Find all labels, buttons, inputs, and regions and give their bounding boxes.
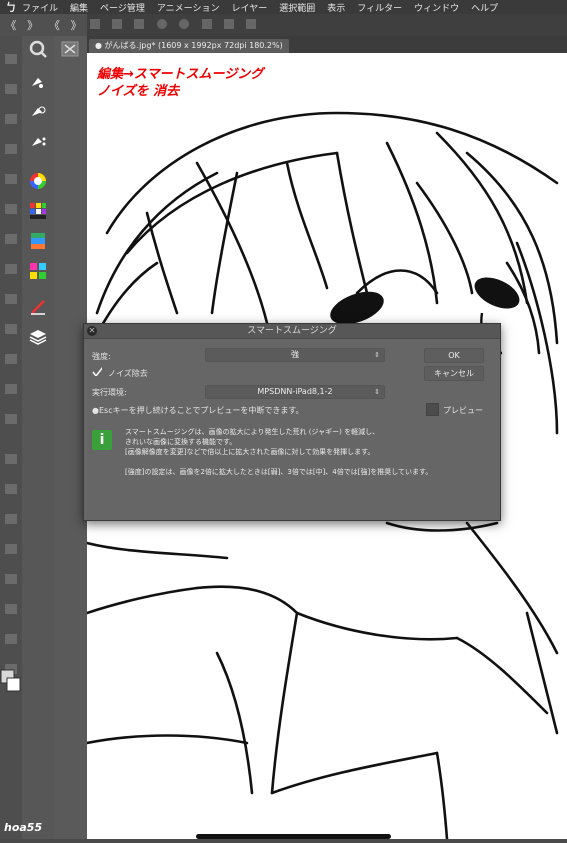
home-indicator[interactable] <box>196 834 391 839</box>
updown-arrow-icon: ⇕ <box>374 351 380 359</box>
text-tool-icon[interactable] <box>5 574 17 584</box>
preview-checkbox[interactable] <box>426 403 439 416</box>
expand-right-icon[interactable]: 》 <box>27 17 38 33</box>
fill-icon[interactable] <box>224 19 234 29</box>
menu-animation[interactable]: アニメーション <box>157 1 220 14</box>
approximate-color-icon[interactable] <box>29 262 47 280</box>
expand-right-icon-2[interactable]: 》 <box>71 17 82 33</box>
cancel-button[interactable]: キャンセル <box>424 366 484 381</box>
message-line-1: スマートスムージングは、画像の拡大により発生した荒れ (ジャギー) を軽減し、 <box>125 428 380 436</box>
menu-bar: ㄅ ファイル 編集 ページ管理 アニメーション レイヤー 選択範囲 表示 フィル… <box>0 0 567 14</box>
fill-tool-icon[interactable] <box>5 484 17 494</box>
dialog-titlebar: ✕ スマートスムージング <box>84 324 500 339</box>
dialog-title: スマートスムージング <box>247 326 337 336</box>
menu-view[interactable]: 表示 <box>327 1 345 14</box>
environment-label: 実行環境: <box>92 388 127 397</box>
menu-filter[interactable]: フィルター <box>357 1 402 14</box>
message-line-3: [画像解像度を変更]などで倍以上に拡大された画像に対して効果を発揮します。 <box>125 448 375 456</box>
environment-select[interactable]: MPSDNN-iPad8,1-2 ⇕ <box>205 385 385 399</box>
layer-icon[interactable] <box>29 328 47 346</box>
updown-arrow-icon-2: ⇕ <box>374 388 380 396</box>
collapse-left-icon[interactable]: 《 <box>5 17 16 33</box>
menu-file[interactable]: ファイル <box>22 1 58 14</box>
pen-tool-icon[interactable] <box>5 264 17 274</box>
brush-size-icon[interactable] <box>29 134 47 152</box>
watermark: hoa55 <box>4 821 43 834</box>
select-tool-icon[interactable] <box>5 144 17 154</box>
document-tab-bar: ● がんばる.jpg* (1609 x 1992px 72dpi 180.2%) <box>87 36 567 53</box>
strength-select[interactable]: 強 ⇕ <box>205 348 385 362</box>
eyedropper-tool-icon[interactable] <box>5 234 17 244</box>
color-history-icon[interactable] <box>29 298 47 316</box>
panel-dock-close-icon[interactable] <box>54 36 87 76</box>
tool-icons <box>0 54 21 692</box>
annotation-line-2: ノイズを 消去 <box>97 84 180 99</box>
app-logo-icon[interactable]: ㄅ <box>0 0 22 15</box>
info-icon: i <box>92 430 112 450</box>
zoom-icon[interactable] <box>29 40 47 58</box>
open-icon[interactable] <box>112 19 122 29</box>
redo-icon[interactable] <box>179 19 189 29</box>
menu-help[interactable]: ヘルプ <box>471 1 498 14</box>
message-line-4 <box>125 457 485 467</box>
esc-note: ●Escキーを押し続けることでプレビューを中断できます。 <box>92 406 304 415</box>
undo-icon[interactable] <box>157 19 167 29</box>
menu-edit[interactable]: 編集 <box>70 1 88 14</box>
noise-removal-checkmark-icon[interactable] <box>92 366 102 376</box>
intermediate-color-icon[interactable] <box>29 232 47 250</box>
menu-layer[interactable]: レイヤー <box>232 1 268 14</box>
message-line-2: きれいな画像に変換する機能です。 <box>125 438 237 446</box>
close-icon[interactable]: ✕ <box>87 326 97 336</box>
menu-page[interactable]: ページ管理 <box>100 1 145 14</box>
tool-property-icon[interactable] <box>29 104 47 122</box>
save-icon[interactable] <box>134 19 144 29</box>
document-tab[interactable]: ● がんばる.jpg* (1609 x 1992px 72dpi 180.2%) <box>89 39 289 53</box>
pencil-tool-icon[interactable] <box>5 294 17 304</box>
document-tab-label: がんばる.jpg* (1609 x 1992px 72dpi 180.2%) <box>104 41 283 50</box>
lasso-tool-icon[interactable] <box>5 174 17 184</box>
new-file-icon[interactable] <box>90 19 100 29</box>
tool-palette <box>0 36 23 839</box>
noise-removal-label: ノイズ除去 <box>108 369 148 378</box>
strength-label: 強度: <box>92 352 111 361</box>
environment-value: MPSDNN-iPad8,1-2 <box>257 387 333 396</box>
collapse-left-icon-2[interactable]: 《 <box>49 17 60 33</box>
brush-tool-icon[interactable] <box>5 324 17 334</box>
frame-tool-icon[interactable] <box>5 604 17 614</box>
menu-window[interactable]: ウィンドウ <box>414 1 459 14</box>
menu-selection[interactable]: 選択範囲 <box>279 1 315 14</box>
navigator-brush-icon[interactable] <box>29 74 47 92</box>
annotation-line-1: 編集→スマートスムージング <box>97 67 264 82</box>
blend-tool-icon[interactable] <box>5 454 17 464</box>
eraser-tool-icon[interactable] <box>5 414 17 424</box>
airbrush-tool-icon[interactable] <box>5 354 17 364</box>
clear-icon[interactable] <box>202 19 212 29</box>
sub-tool-column <box>22 36 55 839</box>
gradient-tool-icon[interactable] <box>5 514 17 524</box>
preview-label: プレビュー <box>443 406 483 415</box>
tutorial-annotation: 編集→スマートスムージング ノイズを 消去 <box>97 66 263 100</box>
message-line-5: [強度]の設定は、画像を2倍に拡大したときは[弱]、3倍では[中]、4倍では[強… <box>125 468 433 476</box>
panel-collapse-controls: 《 》 《 》 <box>0 14 87 36</box>
move-tool-icon[interactable] <box>5 84 17 94</box>
balloon-tool-icon[interactable] <box>5 634 17 644</box>
zoom-tool-icon[interactable] <box>5 54 17 64</box>
ok-button[interactable]: OK <box>424 348 484 363</box>
color-wheel-icon[interactable] <box>29 172 47 190</box>
wand-tool-icon[interactable] <box>5 204 17 214</box>
hand-tool-icon[interactable] <box>5 114 17 124</box>
command-bar: 《 》 《 》 <box>0 14 567 37</box>
sub-color-swatch[interactable] <box>6 677 21 692</box>
decoration-tool-icon[interactable] <box>5 384 17 394</box>
figure-tool-icon[interactable] <box>5 544 17 554</box>
command-icon-row <box>90 19 256 29</box>
color-set-icon[interactable] <box>29 202 47 220</box>
dialog-message: スマートスムージングは、画像の拡大により発生した荒れ (ジャギー) を軽減し、 … <box>125 427 485 477</box>
transform-icon[interactable] <box>246 19 256 29</box>
command-icons <box>90 18 510 35</box>
strength-value: 強 <box>291 350 299 359</box>
